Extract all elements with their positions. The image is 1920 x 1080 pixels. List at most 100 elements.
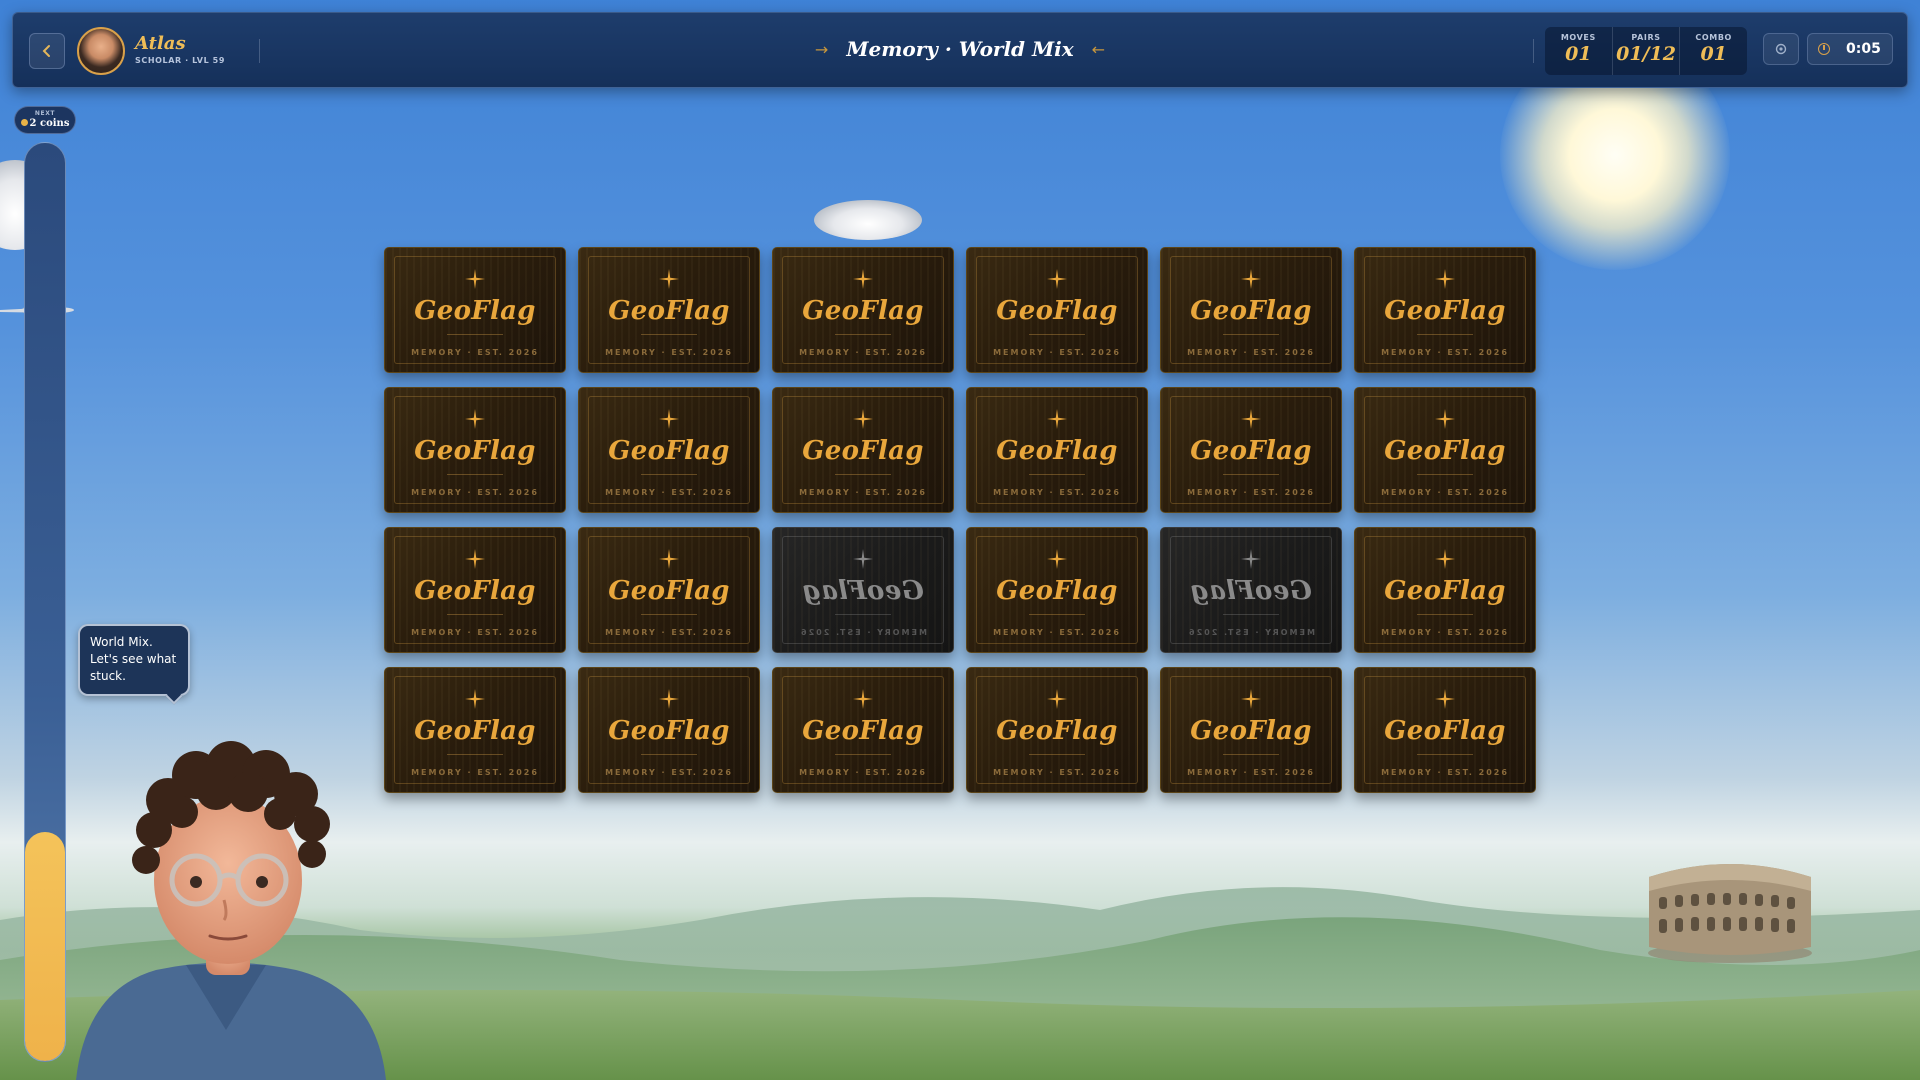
memory-card[interactable]: GeoFlag MEMORY · EST. 2026 bbox=[578, 667, 760, 793]
memory-card[interactable]: GeoFlag MEMORY · EST. 2026 bbox=[966, 247, 1148, 373]
memory-card[interactable]: GeoFlag MEMORY · EST. 2026 bbox=[966, 387, 1148, 513]
card-divider bbox=[1029, 334, 1085, 335]
card-divider bbox=[1223, 754, 1279, 755]
card-logo: GeoFlag bbox=[1384, 716, 1506, 746]
card-subtitle: MEMORY · EST. 2026 bbox=[799, 768, 927, 777]
card-divider bbox=[835, 754, 891, 755]
card-subtitle: MEMORY · EST. 2026 bbox=[605, 628, 733, 637]
card-subtitle: MEMORY · EST. 2026 bbox=[411, 628, 539, 637]
card-divider bbox=[641, 474, 697, 475]
memory-card[interactable]: GeoFlag MEMORY · EST. 2026 bbox=[772, 247, 954, 373]
progress-track bbox=[24, 142, 66, 1062]
card-divider bbox=[1417, 334, 1473, 335]
card-divider bbox=[1223, 334, 1279, 335]
card-logo: GeoFlag bbox=[414, 296, 536, 326]
memory-card[interactable]: GeoFlag MEMORY · EST. 2026 bbox=[772, 527, 954, 653]
speech-bubble: World Mix. Let's see what stuck. bbox=[78, 624, 190, 696]
card-subtitle: MEMORY · EST. 2026 bbox=[799, 348, 927, 357]
card-divider bbox=[447, 474, 503, 475]
timer: 0:05 bbox=[1807, 33, 1893, 65]
stat-label: MOVES bbox=[1560, 33, 1596, 42]
card-subtitle: MEMORY · EST. 2026 bbox=[993, 348, 1121, 357]
card-divider bbox=[1029, 614, 1085, 615]
sparkle-star-icon bbox=[853, 269, 873, 289]
memory-card[interactable]: GeoFlag MEMORY · EST. 2026 bbox=[966, 667, 1148, 793]
memory-card[interactable]: GeoFlag MEMORY · EST. 2026 bbox=[578, 247, 760, 373]
sparkle-star-icon bbox=[1435, 409, 1455, 429]
title-arrow-left: → bbox=[814, 39, 829, 59]
sparkle-star-icon bbox=[1435, 689, 1455, 709]
card-subtitle: MEMORY · EST. 2026 bbox=[1381, 348, 1509, 357]
stat-value: 01 bbox=[1700, 43, 1727, 65]
next-reward-text: 2 coins bbox=[29, 118, 70, 129]
stat-pairs: PAIRS 01/12 bbox=[1613, 27, 1681, 75]
memory-card[interactable]: GeoFlag MEMORY · EST. 2026 bbox=[1354, 387, 1536, 513]
memory-board: GeoFlag MEMORY · EST. 2026 GeoFlag MEMORY ·… bbox=[384, 247, 1536, 793]
card-divider bbox=[1029, 754, 1085, 755]
card-logo: GeoFlag bbox=[802, 436, 924, 466]
sparkle-star-icon bbox=[1241, 269, 1261, 289]
next-reward-badge: NEXT 2 coins bbox=[14, 106, 76, 134]
sparkle-star-icon bbox=[465, 689, 485, 709]
memory-card[interactable]: GeoFlag MEMORY · EST. 2026 bbox=[1160, 527, 1342, 653]
sparkle-star-icon bbox=[853, 409, 873, 429]
next-reward-label: NEXT bbox=[34, 110, 56, 117]
card-divider bbox=[1417, 614, 1473, 615]
memory-card[interactable]: GeoFlag MEMORY · EST. 2026 bbox=[772, 667, 954, 793]
sparkle-star-icon bbox=[659, 409, 679, 429]
card-subtitle: MEMORY · EST. 2026 bbox=[799, 628, 927, 637]
card-subtitle: MEMORY · EST. 2026 bbox=[1187, 348, 1315, 357]
card-logo: GeoFlag bbox=[608, 576, 730, 606]
memory-card[interactable]: GeoFlag MEMORY · EST. 2026 bbox=[384, 667, 566, 793]
memory-card[interactable]: GeoFlag MEMORY · EST. 2026 bbox=[1354, 667, 1536, 793]
card-subtitle: MEMORY · EST. 2026 bbox=[411, 488, 539, 497]
memory-card[interactable]: GeoFlag MEMORY · EST. 2026 bbox=[1354, 527, 1536, 653]
card-subtitle: MEMORY · EST. 2026 bbox=[605, 488, 733, 497]
card-logo: GeoFlag bbox=[996, 576, 1118, 606]
card-subtitle: MEMORY · EST. 2026 bbox=[1187, 628, 1315, 637]
memory-card[interactable]: GeoFlag MEMORY · EST. 2026 bbox=[384, 247, 566, 373]
memory-card[interactable]: GeoFlag MEMORY · EST. 2026 bbox=[772, 387, 954, 513]
stats-panel: MOVES 01 PAIRS 01/12 COMBO 01 bbox=[1545, 27, 1747, 75]
card-subtitle: MEMORY · EST. 2026 bbox=[1187, 768, 1315, 777]
sparkle-star-icon bbox=[853, 549, 873, 569]
sparkle-star-icon bbox=[465, 269, 485, 289]
sparkle-star-icon bbox=[1047, 269, 1067, 289]
card-divider bbox=[835, 474, 891, 475]
card-divider bbox=[835, 334, 891, 335]
memory-card[interactable]: GeoFlag MEMORY · EST. 2026 bbox=[1160, 387, 1342, 513]
sparkle-star-icon bbox=[1047, 409, 1067, 429]
sparkle-star-icon bbox=[1047, 689, 1067, 709]
title-arrow-right: ← bbox=[1091, 39, 1106, 59]
card-logo: GeoFlag bbox=[1190, 296, 1312, 326]
memory-card[interactable]: GeoFlag MEMORY · EST. 2026 bbox=[384, 527, 566, 653]
game-title: Memory · World Mix bbox=[846, 37, 1074, 61]
memory-card[interactable]: GeoFlag MEMORY · EST. 2026 bbox=[1354, 247, 1536, 373]
memory-card[interactable]: GeoFlag MEMORY · EST. 2026 bbox=[578, 527, 760, 653]
card-subtitle: MEMORY · EST. 2026 bbox=[799, 488, 927, 497]
card-logo: GeoFlag bbox=[414, 436, 536, 466]
card-divider bbox=[641, 614, 697, 615]
card-logo: GeoFlag bbox=[996, 436, 1118, 466]
memory-card[interactable]: GeoFlag MEMORY · EST. 2026 bbox=[966, 527, 1148, 653]
card-logo: GeoFlag bbox=[996, 296, 1118, 326]
sparkle-star-icon bbox=[659, 549, 679, 569]
clock-icon bbox=[1818, 43, 1830, 55]
sparkle-star-icon bbox=[1241, 409, 1261, 429]
card-subtitle: MEMORY · EST. 2026 bbox=[411, 348, 539, 357]
sparkle-star-icon bbox=[1047, 549, 1067, 569]
card-subtitle: MEMORY · EST. 2026 bbox=[411, 768, 539, 777]
memory-card[interactable]: GeoFlag MEMORY · EST. 2026 bbox=[1160, 247, 1342, 373]
colosseum-landmark bbox=[1648, 864, 1812, 963]
settings-button[interactable] bbox=[1763, 33, 1799, 65]
memory-card[interactable]: GeoFlag MEMORY · EST. 2026 bbox=[384, 387, 566, 513]
memory-card[interactable]: GeoFlag MEMORY · EST. 2026 bbox=[578, 387, 760, 513]
card-logo: GeoFlag bbox=[414, 716, 536, 746]
stat-combo: COMBO 01 bbox=[1680, 27, 1747, 75]
card-divider bbox=[447, 754, 503, 755]
card-subtitle: MEMORY · EST. 2026 bbox=[993, 768, 1121, 777]
stat-value: 01 bbox=[1565, 43, 1592, 65]
memory-card[interactable]: GeoFlag MEMORY · EST. 2026 bbox=[1160, 667, 1342, 793]
sparkle-star-icon bbox=[1241, 689, 1261, 709]
sparkle-star-icon bbox=[659, 689, 679, 709]
